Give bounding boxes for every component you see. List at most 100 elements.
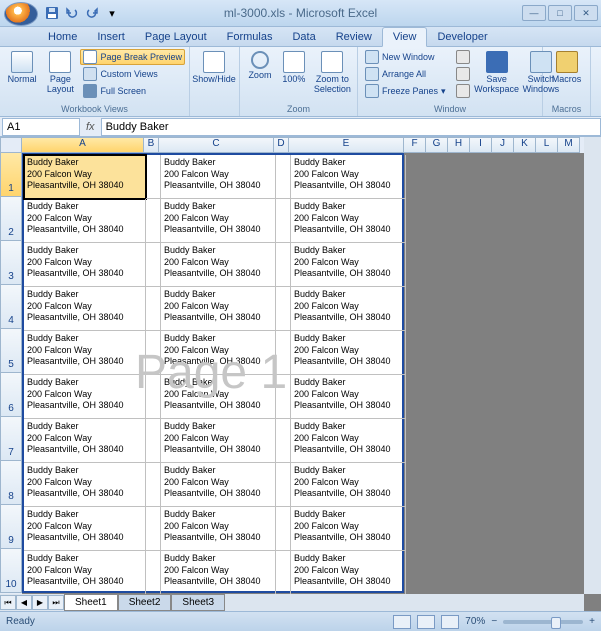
cell[interactable]: Buddy Baker 200 Falcon Way Pleasantville… xyxy=(24,375,146,419)
column-header[interactable]: C xyxy=(159,137,274,153)
office-button[interactable] xyxy=(4,2,38,26)
row-header[interactable]: 10 xyxy=(0,549,22,593)
sheet-nav-prev[interactable]: ◀ xyxy=(16,595,32,610)
cell[interactable]: Buddy Baker 200 Falcon Way Pleasantville… xyxy=(291,463,406,507)
cell[interactable] xyxy=(276,155,291,199)
zoom-slider[interactable] xyxy=(503,620,583,624)
sheet-nav-next[interactable]: ▶ xyxy=(32,595,48,610)
cell[interactable]: Buddy Baker 200 Falcon Way Pleasantville… xyxy=(291,419,406,463)
cell[interactable]: Buddy Baker 200 Falcon Way Pleasantville… xyxy=(291,287,406,331)
zoom-100-button[interactable]: 100% xyxy=(278,49,310,87)
zoom-in-button[interactable]: + xyxy=(589,616,595,627)
cell[interactable] xyxy=(146,551,161,594)
custom-views-button[interactable]: Custom Views xyxy=(80,66,185,82)
cell[interactable]: Buddy Baker 200 Falcon Way Pleasantville… xyxy=(24,551,146,594)
column-header[interactable]: I xyxy=(470,137,492,153)
cell[interactable] xyxy=(276,507,291,551)
hide-button[interactable] xyxy=(453,66,473,82)
zoom-out-button[interactable]: − xyxy=(491,616,497,627)
cell[interactable]: Buddy Baker 200 Falcon Way Pleasantville… xyxy=(291,551,406,594)
formula-input[interactable]: Buddy Baker xyxy=(101,118,601,136)
cell[interactable]: Buddy Baker 200 Falcon Way Pleasantville… xyxy=(161,155,276,199)
sheet-tab-3[interactable]: Sheet3 xyxy=(171,594,225,611)
column-header[interactable]: L xyxy=(536,137,558,153)
cell[interactable]: Buddy Baker 200 Falcon Way Pleasantville… xyxy=(161,331,276,375)
arrange-all-button[interactable]: Arrange All xyxy=(362,66,449,82)
column-header[interactable]: J xyxy=(492,137,514,153)
tab-insert[interactable]: Insert xyxy=(87,28,135,46)
tab-developer[interactable]: Developer xyxy=(427,28,497,46)
cell[interactable] xyxy=(146,419,161,463)
cell[interactable]: Buddy Baker 200 Falcon Way Pleasantville… xyxy=(291,155,406,199)
save-workspace-button[interactable]: Save Workspace xyxy=(475,49,519,97)
cell[interactable]: Buddy Baker 200 Falcon Way Pleasantville… xyxy=(24,507,146,551)
cell[interactable] xyxy=(146,155,161,199)
cell[interactable]: Buddy Baker 200 Falcon Way Pleasantville… xyxy=(24,243,146,287)
new-window-button[interactable]: New Window xyxy=(362,49,449,65)
cell[interactable] xyxy=(146,507,161,551)
minimize-button[interactable]: — xyxy=(522,5,546,21)
column-header[interactable]: A xyxy=(22,137,144,153)
sheet-nav-last[interactable]: ⏭ xyxy=(48,595,64,610)
cell[interactable]: Buddy Baker 200 Falcon Way Pleasantville… xyxy=(24,155,146,199)
split-button[interactable] xyxy=(453,49,473,65)
page-layout-view-icon[interactable] xyxy=(417,615,435,629)
macros-button[interactable]: Macros xyxy=(547,49,586,87)
sheet-nav-first[interactable]: ⏮ xyxy=(0,595,16,610)
cell[interactable] xyxy=(146,331,161,375)
cell[interactable] xyxy=(276,419,291,463)
redo-icon[interactable] xyxy=(84,5,100,21)
cell[interactable]: Buddy Baker 200 Falcon Way Pleasantville… xyxy=(291,243,406,287)
page-break-view-icon[interactable] xyxy=(441,615,459,629)
cell[interactable]: Buddy Baker 200 Falcon Way Pleasantville… xyxy=(161,419,276,463)
normal-view-icon[interactable] xyxy=(393,615,411,629)
restore-button[interactable]: □ xyxy=(548,5,572,21)
unhide-button[interactable] xyxy=(453,83,473,99)
zoom-to-selection-button[interactable]: Zoom to Selection xyxy=(312,49,353,97)
column-header[interactable]: M xyxy=(558,137,580,153)
row-header[interactable]: 5 xyxy=(0,329,22,373)
tab-page-layout[interactable]: Page Layout xyxy=(135,28,217,46)
column-header[interactable]: B xyxy=(144,137,159,153)
vertical-scrollbar[interactable] xyxy=(584,137,601,594)
cell[interactable] xyxy=(276,199,291,243)
cell[interactable]: Buddy Baker 200 Falcon Way Pleasantville… xyxy=(161,463,276,507)
sheet-tab-2[interactable]: Sheet2 xyxy=(118,594,172,611)
cell[interactable] xyxy=(276,243,291,287)
cell[interactable] xyxy=(276,375,291,419)
row-header[interactable]: 4 xyxy=(0,285,22,329)
column-header[interactable]: G xyxy=(426,137,448,153)
full-screen-button[interactable]: Full Screen xyxy=(80,83,185,99)
cell[interactable]: Buddy Baker 200 Falcon Way Pleasantville… xyxy=(161,243,276,287)
cell[interactable]: Buddy Baker 200 Falcon Way Pleasantville… xyxy=(291,199,406,243)
tab-data[interactable]: Data xyxy=(282,28,325,46)
normal-view-button[interactable]: Normal xyxy=(4,49,40,87)
row-header[interactable]: 8 xyxy=(0,461,22,505)
cell[interactable]: Buddy Baker 200 Falcon Way Pleasantville… xyxy=(24,199,146,243)
select-all-corner[interactable] xyxy=(0,137,22,153)
fx-icon[interactable]: fx xyxy=(80,121,101,133)
cell[interactable] xyxy=(276,331,291,375)
column-header[interactable]: H xyxy=(448,137,470,153)
cell[interactable]: Buddy Baker 200 Falcon Way Pleasantville… xyxy=(24,287,146,331)
name-box[interactable]: A1 xyxy=(2,118,80,136)
tab-view[interactable]: View xyxy=(382,27,428,47)
column-header[interactable]: E xyxy=(289,137,404,153)
freeze-panes-button[interactable]: Freeze Panes ▾ xyxy=(362,83,449,99)
column-header[interactable]: K xyxy=(514,137,536,153)
sheet-tab-1[interactable]: Sheet1 xyxy=(64,594,118,611)
undo-icon[interactable] xyxy=(64,5,80,21)
tab-home[interactable]: Home xyxy=(38,28,87,46)
column-header[interactable]: F xyxy=(404,137,426,153)
show-hide-button[interactable]: Show/Hide xyxy=(194,49,234,87)
cell[interactable] xyxy=(146,287,161,331)
cell[interactable]: Buddy Baker 200 Falcon Way Pleasantville… xyxy=(291,331,406,375)
page-break-preview-button[interactable]: Page Break Preview xyxy=(80,49,185,65)
cell[interactable]: Buddy Baker 200 Falcon Way Pleasantville… xyxy=(291,507,406,551)
row-header[interactable]: 1 xyxy=(0,153,22,197)
close-button[interactable]: ✕ xyxy=(574,5,598,21)
row-header[interactable]: 7 xyxy=(0,417,22,461)
cell[interactable]: Buddy Baker 200 Falcon Way Pleasantville… xyxy=(161,375,276,419)
cell[interactable] xyxy=(146,199,161,243)
row-header[interactable]: 3 xyxy=(0,241,22,285)
